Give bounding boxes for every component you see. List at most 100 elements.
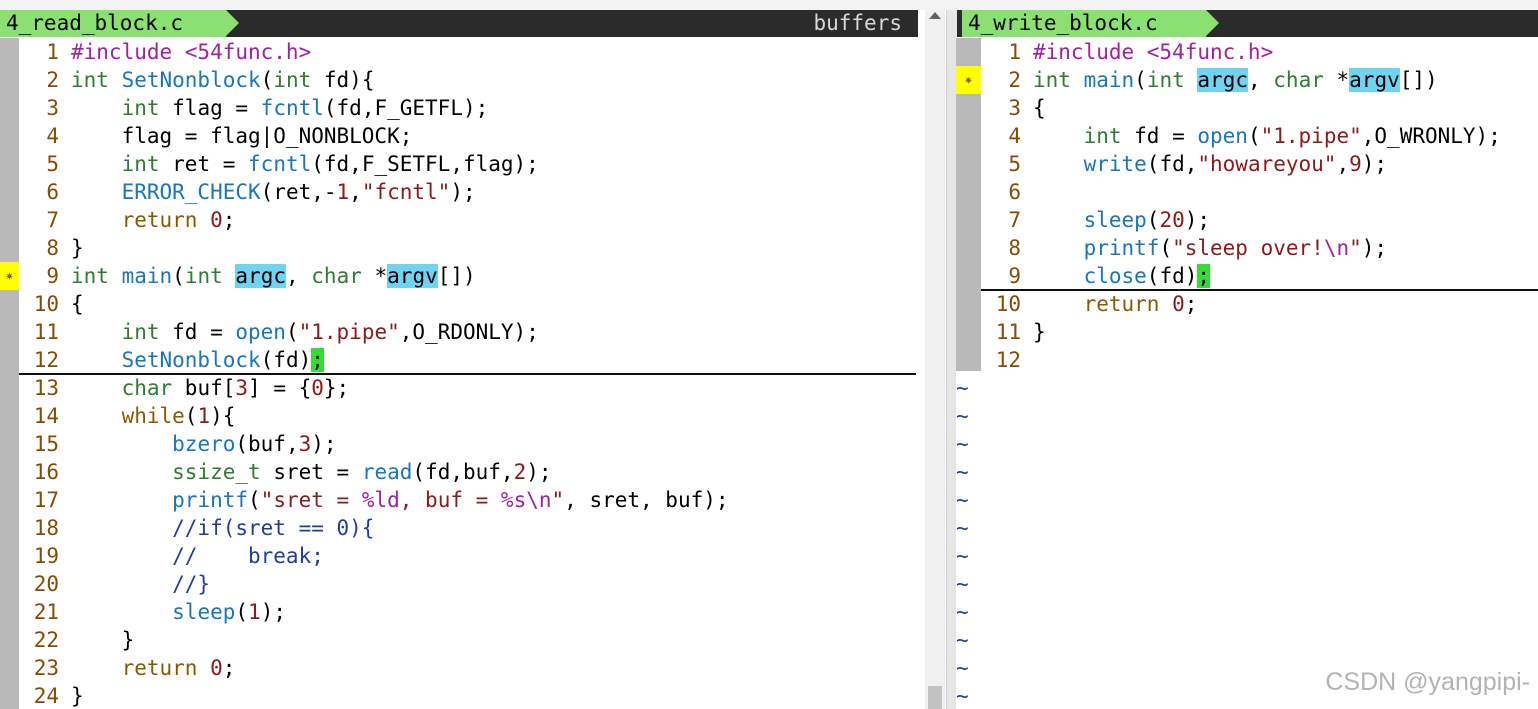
- code-token: main: [1083, 68, 1135, 92]
- code-line[interactable]: 19 // break;: [0, 542, 918, 570]
- code-line[interactable]: 17 printf("sret = %ld, buf = %s\n", sret…: [0, 486, 918, 514]
- code-line[interactable]: 12: [956, 346, 1538, 374]
- tab-read-block[interactable]: 4_read_block.c: [0, 10, 239, 37]
- code-text: //if(sret == 0){: [71, 514, 374, 542]
- code-text: char buf[3] = {0};: [71, 374, 350, 402]
- code-line[interactable]: 2 int SetNonblock(int fd){: [0, 66, 918, 94]
- code-line[interactable]: 8 printf("sleep over!\n");: [956, 234, 1538, 262]
- code-token: 3: [235, 376, 249, 400]
- code-token: char: [121, 376, 173, 400]
- code-text: close(fd);: [1033, 262, 1211, 290]
- code-line[interactable]: 5 write(fd,"howareyou",9);: [956, 150, 1538, 178]
- code-line[interactable]: 4 int fd = open("1.pipe",O_WRONLY);: [956, 122, 1538, 150]
- code-line[interactable]: 9 close(fd);: [956, 262, 1538, 290]
- empty-line-tilde: ~: [956, 572, 969, 596]
- code-token: );: [260, 600, 286, 624]
- code-line[interactable]: 18 //if(sret == 0){: [0, 514, 918, 542]
- code-token: return: [1083, 292, 1160, 316]
- code-line[interactable]: 14 while(1){: [0, 402, 918, 430]
- code-token: (: [1159, 236, 1173, 260]
- code-token: int: [121, 96, 160, 120]
- tabline-left: 4_read_block.c buffers: [0, 10, 918, 37]
- code-token: fd =: [1121, 124, 1198, 148]
- code-token: 0: [1172, 292, 1185, 316]
- code-token: int: [1083, 124, 1122, 148]
- code-token: char: [311, 264, 362, 288]
- code-line[interactable]: 10 {: [0, 290, 918, 318]
- code-line[interactable]: 3 int flag = fcntl(fd,F_GETFL);: [0, 94, 918, 122]
- editor-pane-read-block[interactable]: 1 #include <54func.h> 2 int SetNonblock(int…: [0, 38, 918, 709]
- line-number: 5: [1008, 152, 1021, 176]
- code-token: fcntl: [260, 96, 324, 120]
- code-token: sleep: [172, 600, 236, 624]
- code-line[interactable]: 15 bzero(buf,3);: [0, 430, 918, 458]
- line-number: 12: [995, 348, 1021, 372]
- code-line[interactable]: 7 return 0;: [0, 206, 918, 234]
- code-line[interactable]: 9 int main(int argc, char *argv[]) ✷: [0, 262, 918, 290]
- line-number: 12: [33, 348, 59, 372]
- search-match: argc: [1197, 68, 1248, 92]
- editor-pane-write-block[interactable]: 1 #include <54func.h> 2 int main(int argc, …: [956, 38, 1538, 709]
- line-number: 22: [33, 628, 59, 652]
- code-line[interactable]: 21 sleep(1);: [0, 598, 918, 626]
- scroll-up-arrow-icon[interactable]: [929, 12, 941, 19]
- code-line[interactable]: 11 int fd = open("1.pipe",O_RDONLY);: [0, 318, 918, 346]
- code-token: SetNonblock: [121, 348, 261, 372]
- code-text: }: [71, 682, 84, 709]
- code-token: (fd): [1146, 264, 1198, 288]
- code-token: 20: [1159, 208, 1185, 232]
- code-token: (fd,buf,: [412, 460, 514, 484]
- code-line[interactable]: 1 #include <54func.h>: [956, 38, 1538, 66]
- empty-line-tilde: ~: [956, 516, 969, 540]
- code-text: #include <54func.h>: [71, 38, 311, 66]
- code-line[interactable]: 11}: [956, 318, 1538, 346]
- code-token: int: [1033, 68, 1084, 92]
- line-number: 1: [46, 40, 59, 64]
- code-token: fcntl: [248, 152, 312, 176]
- code-line[interactable]: 1 #include <54func.h>: [0, 38, 918, 66]
- empty-line-tilde: ~: [956, 684, 969, 708]
- code-line[interactable]: 16 ssize_t sret = read(fd,buf,2);: [0, 458, 918, 486]
- scrollbar-thumb[interactable]: [928, 686, 942, 709]
- code-line[interactable]: 6: [956, 178, 1538, 206]
- code-line[interactable]: 13 char buf[3] = {0};: [0, 374, 918, 402]
- code-text: int SetNonblock(int fd){: [71, 66, 374, 94]
- code-line[interactable]: 23 return 0;: [0, 654, 918, 682]
- code-line[interactable]: 20 //}: [0, 570, 918, 598]
- line-number: 11: [995, 320, 1021, 344]
- code-line[interactable]: 3{: [956, 94, 1538, 122]
- empty-line-tilde: ~: [956, 460, 969, 484]
- code-token: (: [1146, 208, 1160, 232]
- code-line[interactable]: 10 return 0;: [956, 290, 1538, 318]
- code-line[interactable]: 24}: [0, 682, 918, 709]
- code-line[interactable]: 8}: [0, 234, 918, 262]
- code-token: flag =: [159, 96, 261, 120]
- code-token: ret =: [159, 152, 249, 176]
- code-text: }: [71, 626, 135, 654]
- code-line[interactable]: 5 int ret = fcntl(fd,F_SETFL,flag);: [0, 150, 918, 178]
- code-token: int: [71, 68, 122, 92]
- code-line[interactable]: 22 }: [0, 626, 918, 654]
- code-token: while: [121, 404, 185, 428]
- code-line[interactable]: 6 ERROR_CHECK(ret,-1,"fcntl");: [0, 178, 918, 206]
- code-line[interactable]: 2 int main(int argc, char *argv[]) ✷: [956, 66, 1538, 94]
- vertical-scrollbar[interactable]: [925, 10, 945, 709]
- code-token: 9: [1349, 152, 1362, 176]
- code-token: SetNonblock: [121, 68, 261, 92]
- code-line[interactable]: 7 sleep(20);: [956, 206, 1538, 234]
- search-match: argc: [235, 264, 286, 288]
- code-line[interactable]: 4 flag = flag|O_NONBLOCK;: [0, 122, 918, 150]
- code-token: 1: [197, 404, 211, 428]
- tab-write-block[interactable]: 4_write_block.c: [962, 10, 1219, 37]
- code-line[interactable]: 12 SetNonblock(fd);: [0, 346, 918, 374]
- line-number: 7: [46, 208, 59, 232]
- code-token: #include <54func.h>: [71, 40, 312, 64]
